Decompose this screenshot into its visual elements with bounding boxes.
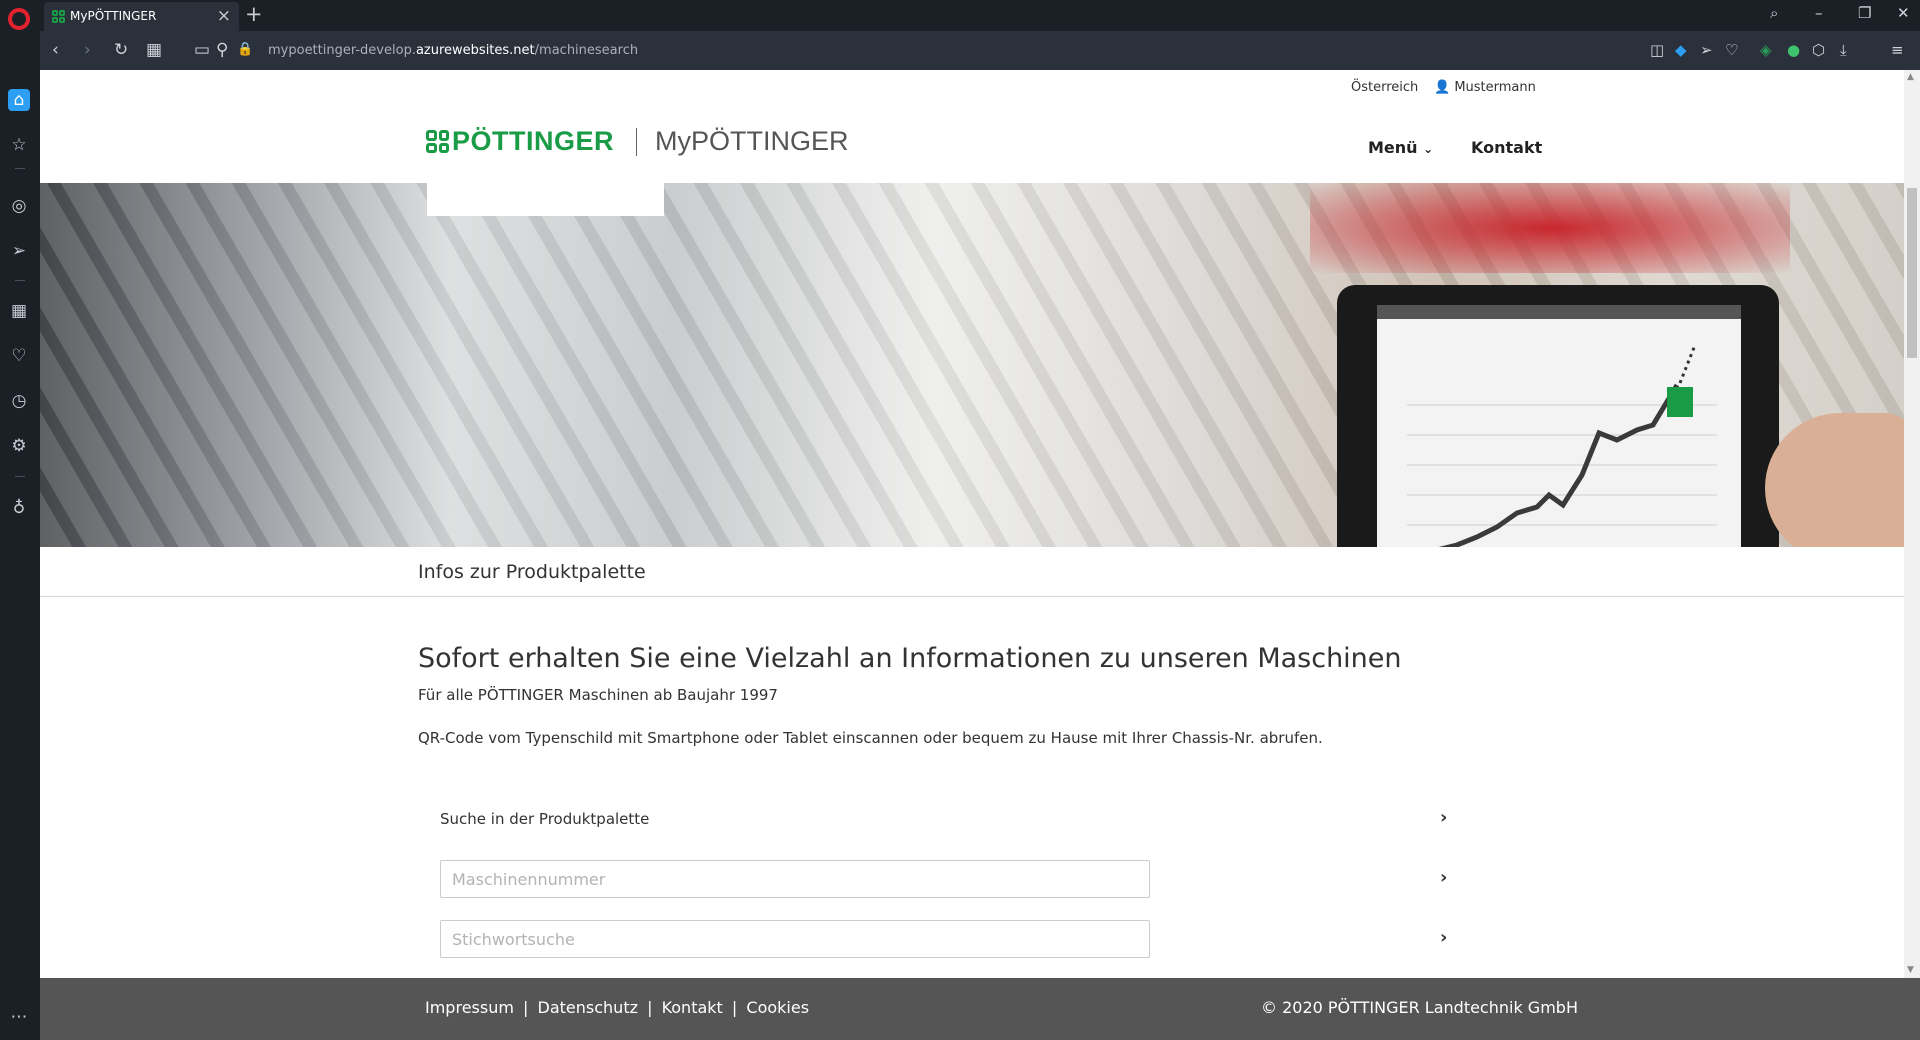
favicon-icon xyxy=(52,10,65,23)
page-description: QR-Code vom Typenschild mit Smartphone o… xyxy=(418,729,1323,747)
chevron-right-icon[interactable]: › xyxy=(1440,807,1447,828)
speed-dial-icon[interactable]: ▦ xyxy=(8,300,30,322)
hero-white-box xyxy=(427,183,664,216)
footer-link-kontakt[interactable]: Kontakt xyxy=(662,998,723,1017)
footer-link-cookies[interactable]: Cookies xyxy=(746,998,809,1017)
machine-number-input[interactable] xyxy=(440,860,1150,898)
restore-icon[interactable]: ❐ xyxy=(1858,4,1871,22)
history-icon[interactable]: ◷ xyxy=(8,390,30,412)
logo-brand: PÖTTINGER xyxy=(452,126,615,156)
star-icon[interactable]: ☆ xyxy=(8,134,30,156)
menu-dropdown[interactable]: Menü ⌄ xyxy=(1368,138,1433,157)
my-flow-heart-icon[interactable]: ♡ xyxy=(1725,41,1738,59)
page-headline: Sofort erhalten Sie eine Vielzahl an Inf… xyxy=(418,643,1402,674)
menu-label: Menü xyxy=(1368,138,1418,157)
footer-link-impressum[interactable]: Impressum xyxy=(425,998,514,1017)
tab-strip: MyPÖTTINGER × + ⌕ – ❐ ✕ xyxy=(40,0,1920,31)
chevron-down-icon: ⌄ xyxy=(1423,142,1434,156)
contact-link[interactable]: Kontakt xyxy=(1471,138,1542,157)
footer-separator: | xyxy=(523,998,529,1017)
footer-link-datenschutz[interactable]: Datenschutz xyxy=(538,998,638,1017)
opera-logo-icon[interactable] xyxy=(8,8,30,30)
player-icon[interactable]: ◎ xyxy=(8,195,30,217)
send-icon[interactable]: ➢ xyxy=(8,240,30,262)
reload-icon[interactable]: ↻ xyxy=(114,40,128,60)
lock-icon[interactable]: 🔒 xyxy=(237,42,253,57)
lightbulb-icon[interactable]: ♁ xyxy=(8,497,30,519)
browser-tab[interactable]: MyPÖTTINGER × xyxy=(44,2,239,31)
poettinger-logo-icon xyxy=(426,130,449,153)
browser-sidebar: ⌂ ☆ ◎ ➢ ▦ ♡ ◷ ⚙ ♁ ⋯ xyxy=(0,0,40,1040)
page-subline: Für alle PÖTTINGER Maschinen ab Baujahr … xyxy=(418,686,778,704)
snapshot-icon[interactable]: ◫ xyxy=(1650,41,1664,59)
user-name: Mustermann xyxy=(1454,80,1536,95)
product-range-label: Suche in der Produktpalette xyxy=(440,810,650,828)
flow-send-icon[interactable]: ➢ xyxy=(1700,41,1713,59)
easy-setup-icon[interactable]: ≡ xyxy=(1891,41,1904,59)
camera-icon[interactable]: ▭ xyxy=(194,40,210,60)
close-tab-icon[interactable]: × xyxy=(217,6,231,26)
keyword-search-input[interactable] xyxy=(440,920,1150,958)
user-link[interactable]: 👤 Mustermann xyxy=(1434,80,1536,95)
footer-separator: | xyxy=(731,998,738,1017)
back-icon[interactable]: ‹ xyxy=(52,40,59,60)
extensions-box-icon[interactable]: ⬡ xyxy=(1812,41,1825,59)
chevron-right-icon[interactable]: › xyxy=(1440,927,1447,948)
subnav-bar: Infos zur Produktpalette xyxy=(40,547,1904,597)
subnav-title: Infos zur Produktpalette xyxy=(418,561,646,583)
keyword-search-row: › xyxy=(440,920,1447,958)
settings-icon[interactable]: ⚙ xyxy=(8,435,30,457)
extension-cube-icon[interactable]: ◈ xyxy=(1760,41,1772,59)
user-icon: 👤 xyxy=(1434,80,1451,95)
sidebar-divider xyxy=(15,476,25,477)
close-window-icon[interactable]: ✕ xyxy=(1897,4,1910,22)
machine-number-row: › xyxy=(440,860,1447,898)
site-logo[interactable]: PÖTTINGER MyPÖTTINGER xyxy=(426,126,849,157)
country-selector[interactable]: Österreich xyxy=(1351,80,1418,95)
vpn-shield-icon[interactable]: ◆ xyxy=(1675,41,1687,59)
chevron-right-icon[interactable]: › xyxy=(1440,867,1447,888)
site-footer: Impressum | Datenschutz | Kontakt | Cook… xyxy=(40,978,1920,1040)
footer-separator: | xyxy=(647,998,653,1017)
logo-product: MyPÖTTINGER xyxy=(655,126,849,156)
hero-chart-illustration xyxy=(1377,305,1741,547)
new-tab-icon[interactable]: + xyxy=(245,2,263,26)
url-field[interactable]: mypoettinger-develop.azurewebsites.net/m… xyxy=(268,43,638,58)
hero-tablet-screen xyxy=(1377,305,1741,547)
hero-banner xyxy=(40,183,1904,547)
search-tabs-icon[interactable]: ⌕ xyxy=(1770,4,1778,22)
key-icon[interactable]: ⚲ xyxy=(216,40,228,60)
product-range-search-row[interactable]: Suche in der Produktpalette › xyxy=(440,800,1447,838)
page-scrollbar[interactable]: ▲ ▼ xyxy=(1904,70,1920,978)
forward-icon[interactable]: › xyxy=(84,40,91,60)
sidebar-divider xyxy=(15,168,25,169)
sidebar-divider xyxy=(15,280,25,281)
heart-icon[interactable]: ♡ xyxy=(8,345,30,367)
logo-divider xyxy=(636,127,638,156)
page-viewport: Österreich 👤 Mustermann PÖTTINGER MyPÖTT… xyxy=(40,70,1920,1040)
hero-machine-detail xyxy=(1310,183,1790,273)
scroll-down-icon[interactable]: ▼ xyxy=(1907,965,1914,975)
footer-links: Impressum | Datenschutz | Kontakt | Cook… xyxy=(425,998,813,1017)
extension-badge-icon[interactable]: ● xyxy=(1787,41,1800,59)
scrollbar-thumb[interactable] xyxy=(1907,188,1917,358)
home-icon[interactable]: ⌂ xyxy=(8,89,30,111)
footer-copyright: © 2020 PÖTTINGER Landtechnik GmbH xyxy=(1261,998,1578,1017)
hero-tablet xyxy=(1337,285,1779,547)
address-bar: ‹ › ↻ ▦ ▭ ⚲ 🔒 mypoettinger-develop.azure… xyxy=(40,31,1920,70)
tabs-overview-icon[interactable]: ▦ xyxy=(146,40,162,60)
scroll-up-icon[interactable]: ▲ xyxy=(1907,72,1914,82)
tab-title: MyPÖTTINGER xyxy=(70,9,157,23)
download-icon[interactable]: ⤓ xyxy=(1840,41,1847,59)
more-icon[interactable]: ⋯ xyxy=(8,1006,30,1028)
minimize-icon[interactable]: – xyxy=(1815,4,1823,22)
